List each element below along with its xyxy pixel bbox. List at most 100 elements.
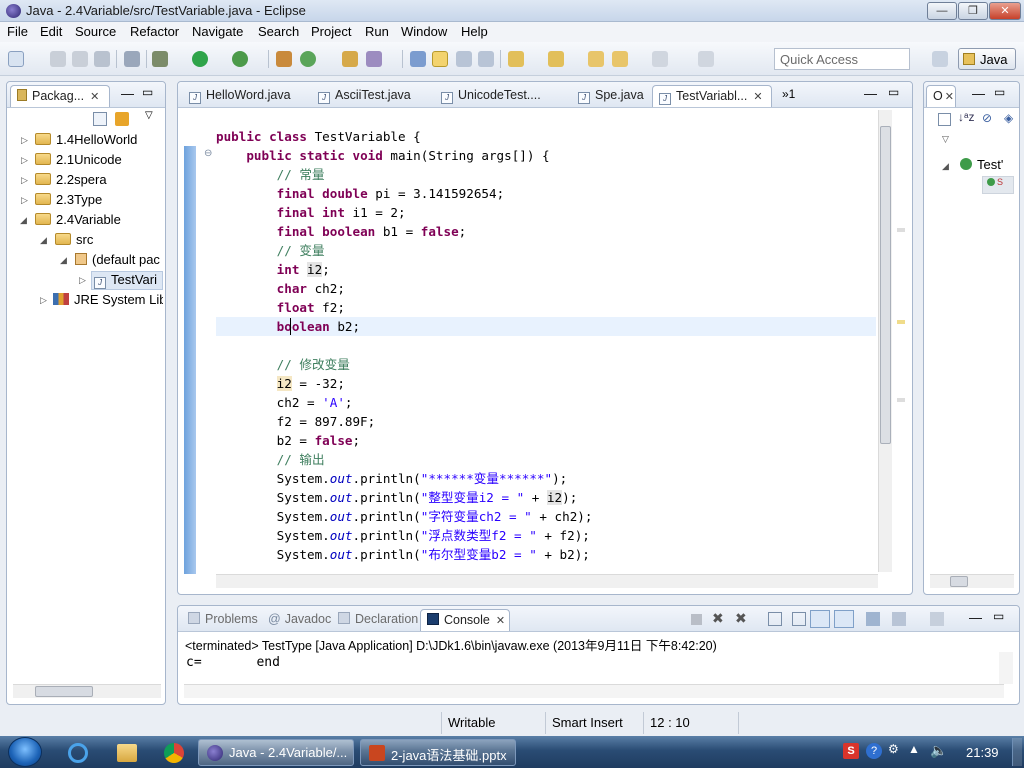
tree-item-jre[interactable]: JRE System Lib (53, 292, 163, 307)
quick-access-input[interactable]: Quick Access (774, 48, 910, 70)
skip-breakpoints-icon[interactable] (124, 51, 140, 67)
tree-item-testvariable[interactable]: J TestVari (91, 271, 163, 290)
menu-window[interactable]: Window (401, 24, 447, 39)
tree-item-2-2spera[interactable]: 2.2spera (35, 172, 107, 187)
horizontal-scrollbar[interactable] (216, 574, 878, 588)
expand-icon[interactable]: ▷ (21, 155, 28, 166)
hide-fields-icon[interactable]: ⊘ (982, 111, 992, 125)
collapse-all-icon[interactable] (93, 112, 107, 126)
run-icon[interactable] (192, 51, 208, 67)
minimize-icon[interactable]: — (864, 86, 877, 101)
minimize-icon[interactable]: — (969, 610, 982, 625)
view-menu-icon[interactable]: ▽ (942, 134, 949, 145)
forward-icon[interactable] (652, 51, 668, 67)
debug-icon[interactable] (152, 51, 168, 67)
save-icon[interactable] (50, 51, 66, 67)
tab-testvariable[interactable]: J TestVariabl... ✕ (652, 85, 772, 107)
horizontal-scrollbar[interactable] (930, 574, 1014, 588)
menu-refactor[interactable]: Refactor (130, 24, 179, 39)
clear-console-icon[interactable] (768, 612, 782, 626)
tree-item-2-4variable[interactable]: 2.4Variable (35, 212, 121, 227)
collapse-all-icon[interactable] (938, 113, 951, 126)
expand-icon[interactable]: ▷ (40, 295, 47, 306)
expand-icon[interactable]: ▷ (21, 135, 28, 146)
sort-icon[interactable]: ↓ᵃz (958, 110, 974, 124)
close-icon[interactable]: ✕ (945, 91, 954, 103)
maximize-icon[interactable]: ▭ (888, 85, 899, 99)
outline-item-class[interactable]: Test' (960, 157, 1003, 172)
hide-static-icon[interactable]: ◈ (1004, 111, 1013, 125)
scroll-lock-icon[interactable] (792, 612, 806, 626)
tab-spe[interactable]: J Spe.java (572, 85, 652, 107)
fold-collapse-icon[interactable]: ⊖ (204, 148, 212, 159)
start-button[interactable] (8, 737, 42, 767)
ie-icon[interactable] (68, 743, 88, 763)
menu-project[interactable]: Project (311, 24, 351, 39)
search-icon[interactable] (366, 51, 382, 67)
tab-declaration[interactable]: Declaration (332, 609, 420, 631)
show-desktop-button[interactable] (1012, 738, 1022, 766)
mark-occurrences-icon[interactable] (432, 51, 448, 67)
new-java-project-icon[interactable] (276, 51, 292, 67)
tree-item-default-package[interactable]: (default pac (75, 252, 163, 267)
vertical-scrollbar[interactable] (878, 110, 892, 572)
link-with-editor-icon[interactable] (115, 112, 129, 126)
print-icon[interactable] (94, 51, 110, 67)
collapse-icon[interactable]: ◢ (60, 255, 67, 266)
back-icon[interactable] (612, 51, 628, 67)
show-hidden-icons[interactable]: ▲ (908, 742, 920, 756)
display-console-icon[interactable] (892, 612, 906, 626)
collapse-icon[interactable]: ◢ (20, 215, 27, 226)
close-icon[interactable]: ✕ (753, 91, 762, 103)
maximize-icon[interactable]: ▭ (994, 85, 1005, 99)
tree-item-2-1unicode[interactable]: 2.1Unicode (35, 152, 122, 167)
tab-unicodetest[interactable]: J UnicodeTest.... (435, 85, 565, 107)
horizontal-scrollbar[interactable] (184, 684, 1004, 698)
sogou-ime-icon[interactable]: S (843, 743, 859, 759)
show-on-stderr-icon[interactable] (834, 610, 854, 628)
show-on-stdout-icon[interactable] (810, 610, 830, 628)
volume-icon[interactable]: 🔈 (930, 742, 947, 759)
tree-item-2-3type[interactable]: 2.3Type (35, 192, 102, 207)
taskbar-item-eclipse[interactable]: Java - 2.4Variable/... (198, 739, 354, 766)
menu-edit[interactable]: Edit (40, 24, 62, 39)
collapse-icon[interactable]: ◢ (40, 235, 47, 246)
outline-item-main[interactable]: S (982, 176, 1014, 194)
last-edit-location-icon[interactable] (588, 51, 604, 67)
menu-file[interactable]: File (7, 24, 28, 39)
tab-console[interactable]: Console ✕ (420, 609, 510, 631)
minimize-icon[interactable]: — (121, 86, 134, 101)
next-annotation-icon[interactable] (410, 51, 426, 67)
tab-asciitest[interactable]: J AsciiTest.java (312, 85, 430, 107)
taskbar-item-pptx[interactable]: 2-java语法基础.pptx (360, 739, 516, 766)
tree-item-src[interactable]: src (55, 232, 93, 247)
new-icon[interactable] (8, 51, 24, 67)
collapse-icon[interactable]: ◢ (942, 161, 949, 172)
close-icon[interactable]: ✕ (90, 91, 99, 103)
maximize-icon[interactable]: ▭ (142, 85, 153, 99)
new-class-icon[interactable] (300, 51, 316, 67)
vertical-scrollbar[interactable] (999, 652, 1013, 684)
tab-helloword[interactable]: J HelloWord.java (183, 85, 308, 107)
menu-help[interactable]: Help (461, 24, 488, 39)
help-icon[interactable]: ? (866, 743, 882, 759)
open-console-icon[interactable] (930, 612, 944, 626)
maximize-button[interactable]: ❐ (958, 2, 988, 20)
pin-editor-icon[interactable] (698, 51, 714, 67)
tab-problems[interactable]: Problems (182, 609, 262, 631)
tab-outline[interactable]: O ✕ (926, 85, 956, 107)
open-perspective-icon[interactable] (932, 51, 948, 67)
close-button[interactable]: ✕ (989, 2, 1021, 20)
previous-edit-icon[interactable] (548, 51, 564, 67)
menu-search[interactable]: Search (258, 24, 299, 39)
remove-all-icon[interactable]: ✖ (735, 610, 747, 627)
tray-settings-icon[interactable]: ⚙ (888, 742, 899, 756)
expand-icon[interactable]: ▷ (21, 195, 28, 206)
maximize-icon[interactable]: ▭ (993, 609, 1004, 623)
horizontal-scrollbar[interactable] (13, 684, 161, 698)
tab-package-explorer[interactable]: Packag... ✕ (10, 85, 110, 107)
save-all-icon[interactable] (72, 51, 88, 67)
external-tools-icon[interactable] (232, 51, 248, 67)
expand-icon[interactable]: ▷ (79, 275, 86, 286)
next-edit-icon[interactable] (508, 51, 524, 67)
